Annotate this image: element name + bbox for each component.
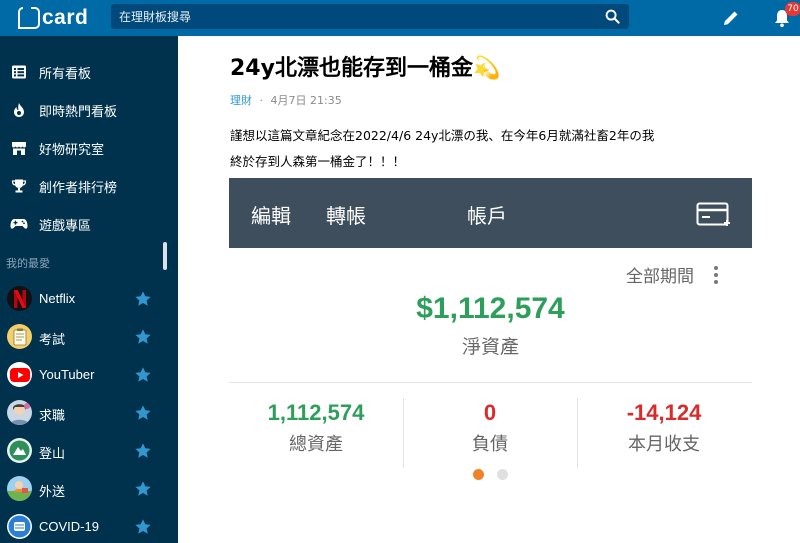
top-bar: card 70 [0, 0, 800, 36]
post-board-link[interactable]: 理財 [230, 94, 252, 107]
favorite-board-label: 考試 [39, 332, 66, 347]
post-title: 24y北漂也能存到一桶金💫 [230, 56, 501, 81]
write-post-button[interactable] [718, 5, 744, 31]
favorite-board-job[interactable]: 求職 [0, 394, 178, 432]
notification-badge: 70 [785, 2, 800, 16]
list-icon [10, 63, 28, 81]
sidebar-item-hot-boards[interactable]: 即時熱門看板 [0, 91, 178, 129]
favorite-board-label: 登山 [39, 446, 66, 461]
star-icon[interactable] [134, 404, 152, 422]
job-avatar-icon [7, 400, 32, 425]
favorite-board-label: 外送 [39, 484, 66, 499]
pencil-icon [724, 11, 738, 25]
flame-icon [10, 101, 28, 119]
favorites-section-label: 我的最愛 [6, 257, 50, 270]
star-icon[interactable] [134, 442, 152, 460]
favorite-board-youtuber[interactable]: YouTuber [0, 356, 178, 394]
youtube-logo-icon [7, 362, 32, 387]
star-icon[interactable] [134, 518, 152, 536]
sidebar-item-all-boards[interactable]: 所有看板 [0, 53, 178, 91]
carousel-dot-active [473, 469, 484, 480]
dcard-logo-icon [18, 3, 40, 29]
delivery-icon [7, 476, 32, 501]
star-icon[interactable] [134, 480, 152, 498]
favorite-board-covid19[interactable]: COVID-19 [0, 508, 178, 543]
meta-separator: · [259, 94, 264, 107]
sidebar-item-creator-ranking[interactable]: 創作者排行榜 [0, 167, 178, 205]
post-date: 4月7日 21:35 [270, 94, 342, 107]
notepad-icon [7, 324, 32, 349]
post-content: 24y北漂也能存到一桶金💫 理財 · 4月7日 21:35 謹想以這篇文章紀念在… [178, 36, 800, 543]
favorite-board-label: YouTuber [39, 367, 95, 382]
search-bar [111, 4, 629, 29]
post-body-line: 終於存到人森第一桶金了！！！ [230, 154, 406, 169]
more-vertical-icon [714, 266, 718, 287]
period-selector: 全部期間 [626, 267, 694, 287]
divider [229, 382, 752, 383]
favorite-board-exam[interactable]: 考試 [0, 318, 178, 356]
covid-icon [7, 514, 32, 539]
logo-text: card [42, 6, 89, 29]
favorite-board-label: COVID-19 [39, 519, 99, 534]
app-tab-account: 帳戶 [467, 204, 507, 228]
post-image[interactable]: 編輯 轉帳 帳戶 全部期間 $1,112,574 淨資產 1,112,574 總… [229, 178, 752, 543]
carousel-dot [497, 469, 508, 480]
sidebar-item-label: 遊戲專區 [39, 218, 92, 234]
sidebar-item-label: 好物研究室 [39, 142, 105, 158]
sidebar-item-label: 所有看板 [39, 66, 92, 82]
hiking-icon [7, 438, 32, 463]
total-assets-value: 1,112,574 [267, 400, 365, 425]
sidebar-item-label: 即時熱門看板 [39, 104, 118, 120]
search-input[interactable] [111, 4, 596, 29]
post-meta: 理財 · 4月7日 21:35 [230, 92, 342, 108]
sidebar-scrollbar[interactable] [163, 242, 167, 270]
monthly-balance-label: 本月收支 [628, 434, 700, 455]
total-assets-label: 總資產 [289, 434, 343, 455]
app-tab-edit: 編輯 [251, 204, 291, 228]
favorite-board-label: 求職 [39, 408, 66, 423]
trophy-icon [10, 177, 28, 195]
netflix-logo-icon [7, 286, 32, 311]
liabilities-value: 0 [483, 400, 497, 425]
sidebar: 所有看板 即時熱門看板 好物研究室 創作者排行榜 遊戲專區 我的最愛 Netfl… [0, 36, 178, 543]
dcard-logo[interactable]: card [18, 3, 89, 31]
sidebar-item-label: 創作者排行榜 [39, 180, 118, 196]
star-icon[interactable] [134, 366, 152, 384]
app-tab-transfer: 轉帳 [326, 204, 366, 228]
add-card-icon [696, 202, 730, 226]
favorite-board-label: Netflix [39, 291, 76, 306]
liabilities-label: 負債 [472, 434, 508, 455]
sidebar-item-good-things-lab[interactable]: 好物研究室 [0, 129, 178, 167]
favorite-board-delivery[interactable]: 外送 [0, 470, 178, 508]
app-top-bar: 編輯 轉帳 帳戶 [229, 178, 752, 248]
net-assets-label: 淨資產 [461, 336, 519, 358]
sidebar-item-gaming[interactable]: 遊戲專區 [0, 205, 178, 243]
net-assets-value: $1,112,574 [416, 292, 565, 325]
star-icon[interactable] [134, 328, 152, 346]
favorite-board-hiking[interactable]: 登山 [0, 432, 178, 470]
monthly-balance-value: -14,124 [626, 400, 702, 425]
search-button[interactable] [596, 4, 629, 29]
favorite-board-netflix[interactable]: Netflix [0, 280, 178, 318]
search-icon [605, 9, 620, 24]
shop-icon [10, 139, 28, 157]
star-icon[interactable] [134, 290, 152, 308]
gamepad-icon [10, 215, 28, 233]
post-body-line: 謹想以這篇文章紀念在2022/4/6 24y北漂の我、在今年6月就滿社畜2年の我 [230, 128, 655, 143]
